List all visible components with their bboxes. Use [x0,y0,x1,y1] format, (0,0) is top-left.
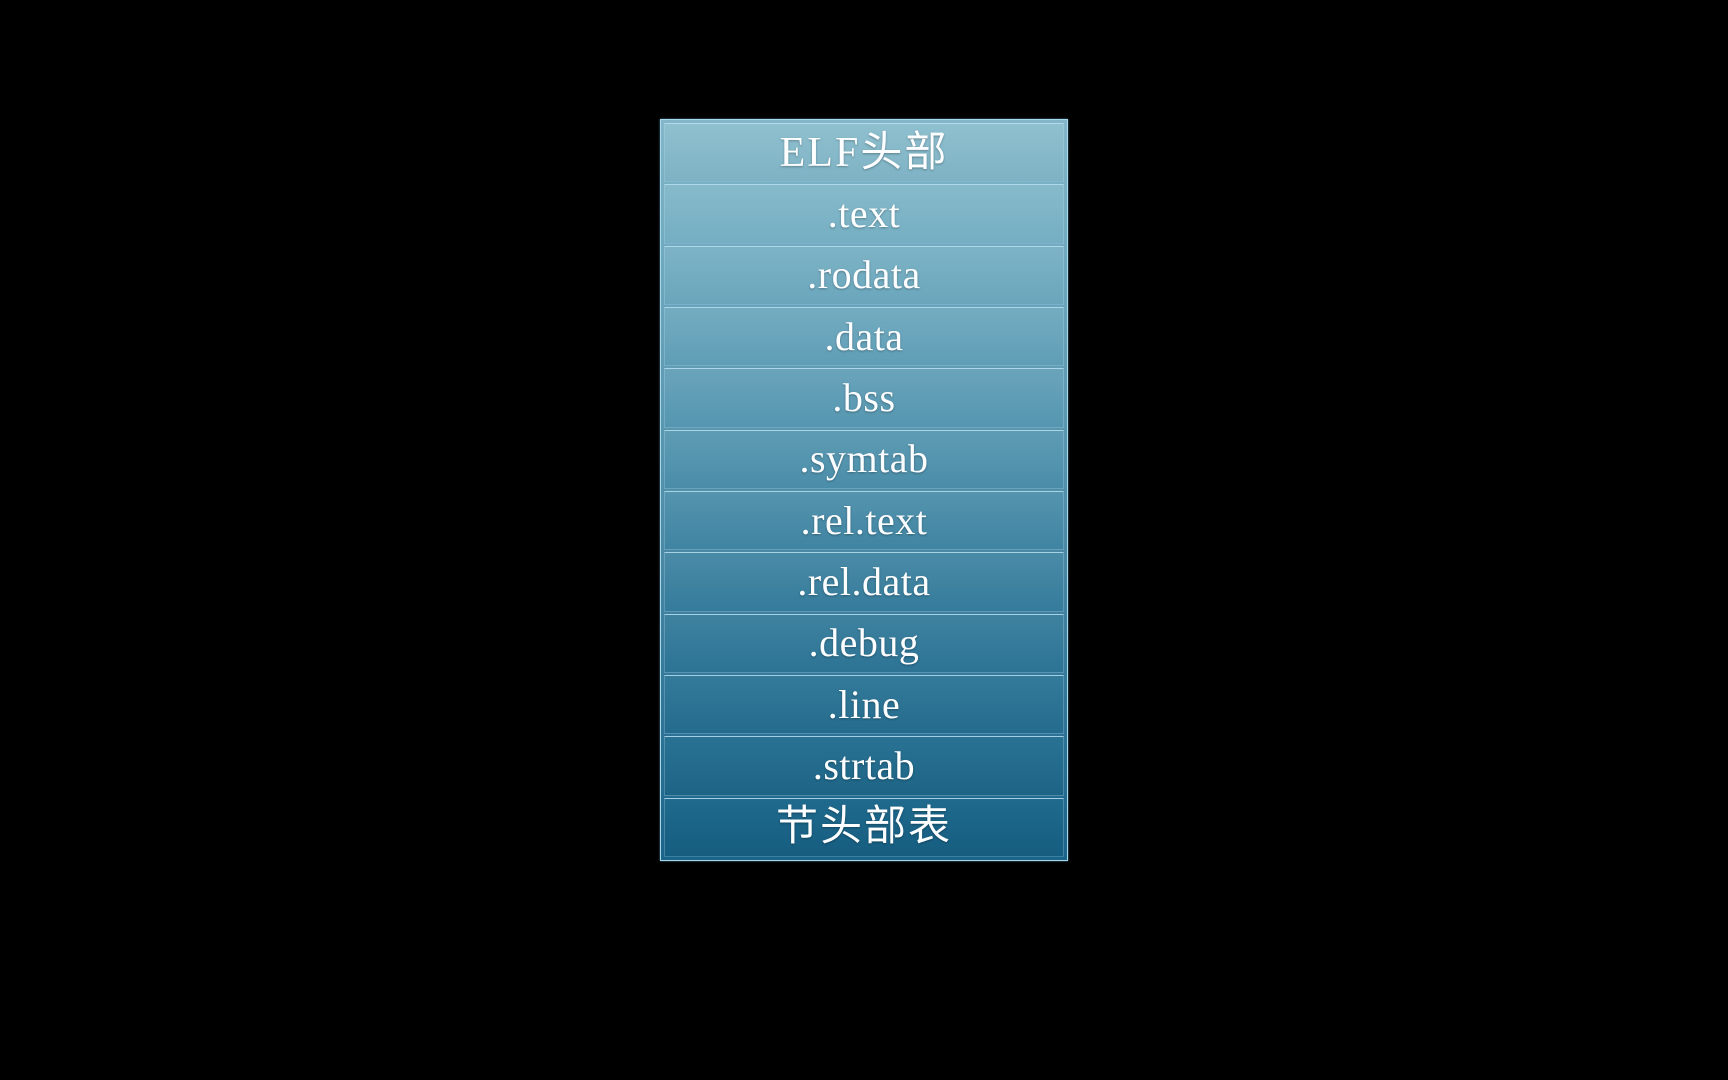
elf-section-label: .symtab [799,436,929,482]
elf-section-label: .rel.text [800,497,928,543]
elf-object-file-diagram: ELF头部 .text .rodata .data .bss .symtab .… [660,119,1068,861]
elf-section-label: .text [827,190,901,236]
elf-section-row-strtab: .strtab [664,736,1064,796]
elf-section-label: .line [827,681,901,727]
elf-section-row-rodata: .rodata [664,245,1064,305]
elf-section-row-rel-data: .rel.data [664,552,1064,612]
elf-section-label: 节头部表 [775,804,952,851]
elf-section-label: .strtab [812,742,916,788]
elf-section-row-text: .text [664,184,1064,244]
elf-section-row-line: .line [664,674,1064,735]
elf-section-row-section-header-table: 节头部表 [664,797,1064,857]
elf-section-label: ELF头部 [779,129,949,176]
elf-section-row-rel-text: .rel.text [664,490,1064,551]
elf-section-row-data: .data [664,306,1064,367]
elf-section-label: .rodata [807,252,921,298]
elf-section-label: .bss [832,374,896,420]
elf-section-row-bss: .bss [664,368,1064,428]
slide-canvas: ELF头部 .text .rodata .data .bss .symtab .… [0,0,1728,1080]
elf-section-label: .debug [808,620,920,666]
elf-section-label: .rel.data [797,558,931,604]
elf-section-row-elf-header: ELF头部 [664,123,1064,183]
elf-section-row-debug: .debug [664,613,1064,673]
elf-section-label: .data [824,313,904,359]
elf-section-row-symtab: .symtab [664,429,1064,489]
